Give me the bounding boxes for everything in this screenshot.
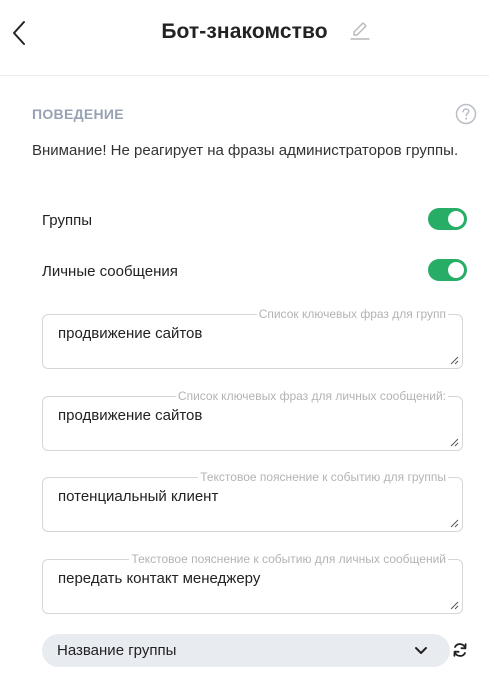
- groups-toggle[interactable]: [428, 208, 467, 230]
- toggle-label-groups: Группы: [42, 212, 92, 229]
- private-keywords-field[interactable]: Список ключевых фраз для личных сообщени…: [42, 389, 463, 451]
- warning-text: Внимание! Не реагирует на фразы админист…: [32, 142, 459, 159]
- chevron-down-icon: [415, 647, 427, 654]
- toggle-label-private-messages: Личные сообщения: [42, 263, 178, 280]
- field-value[interactable]: потенциальный клиент: [58, 488, 218, 505]
- toggle-knob: [448, 262, 464, 278]
- toggle-knob: [448, 211, 464, 227]
- resize-handle-icon[interactable]: [450, 438, 459, 447]
- resize-handle-icon[interactable]: [450, 519, 459, 528]
- field-legend: Список ключевых фраз для личных сообщени…: [175, 389, 448, 403]
- group-keywords-field[interactable]: Список ключевых фраз для групп продвижен…: [42, 307, 463, 369]
- header: Бот-знакомство: [0, 0, 489, 76]
- field-legend: Текстовое пояснение к событию для личных…: [129, 552, 448, 566]
- resize-handle-icon[interactable]: [450, 601, 459, 610]
- page-title: Бот-знакомство: [161, 20, 328, 43]
- private-messages-toggle[interactable]: [428, 259, 467, 281]
- private-event-note-field[interactable]: Текстовое пояснение к событию для личных…: [42, 552, 463, 614]
- toggle-row-groups: Группы: [42, 208, 470, 234]
- help-button[interactable]: [455, 103, 477, 125]
- refresh-icon: [453, 643, 467, 657]
- field-value[interactable]: продвижение сайтов: [58, 325, 202, 342]
- field-legend: Список ключевых фраз для групп: [256, 307, 448, 321]
- group-select-value: Название группы: [57, 642, 177, 659]
- toggle-row-private-messages: Личные сообщения: [42, 259, 470, 285]
- field-legend: Текстовое пояснение к событию для группы: [198, 470, 448, 484]
- help-icon: [455, 103, 477, 125]
- field-value[interactable]: продвижение сайтов: [58, 407, 202, 424]
- pencil-icon: [350, 22, 370, 40]
- refresh-button[interactable]: [452, 642, 468, 658]
- resize-handle-icon[interactable]: [450, 356, 459, 365]
- group-event-note-field[interactable]: Текстовое пояснение к событию для группы…: [42, 470, 463, 532]
- field-value[interactable]: передать контакт менеджеру: [58, 570, 260, 587]
- section-title-behavior: ПОВЕДЕНИЕ: [32, 106, 124, 122]
- edit-title-button[interactable]: [349, 19, 371, 41]
- group-select[interactable]: Название группы: [42, 634, 450, 667]
